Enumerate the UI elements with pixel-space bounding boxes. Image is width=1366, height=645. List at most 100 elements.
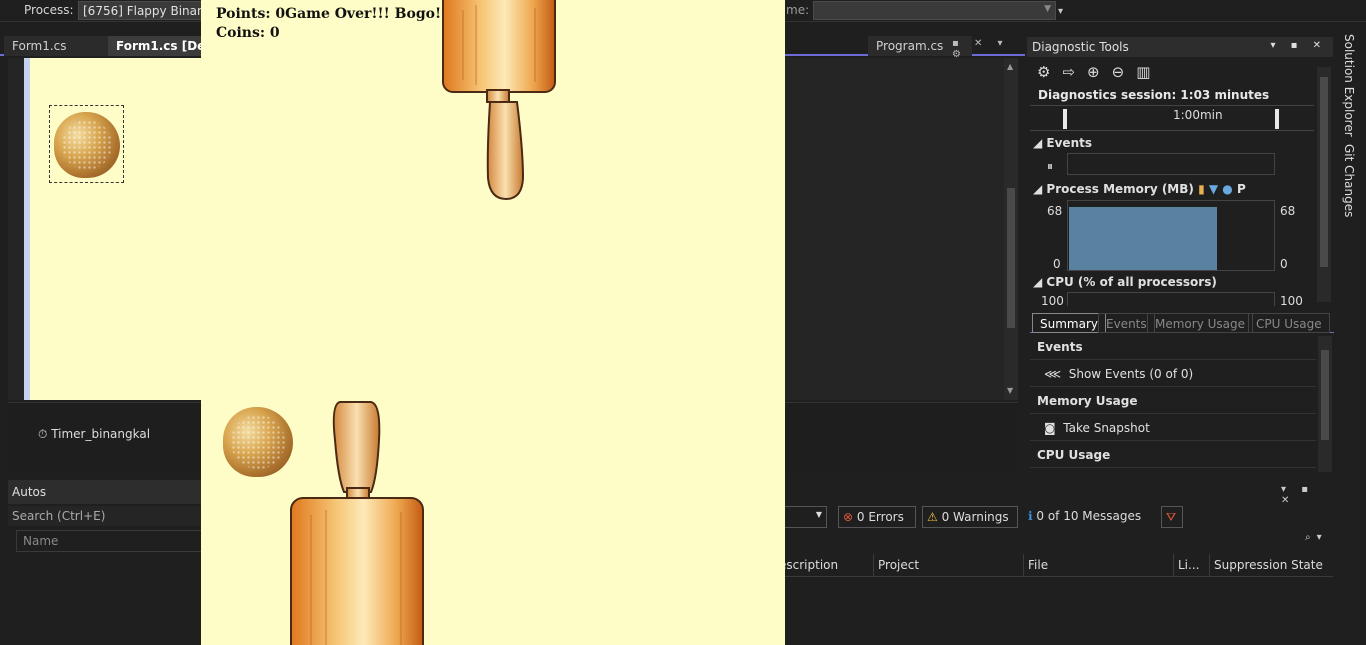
coins-label: Coins: 0	[216, 25, 280, 41]
memory-max-left: 68	[1047, 204, 1063, 218]
take-snapshot-button[interactable]: ◙ Take Snapshot	[1030, 417, 1316, 441]
legend-private-icon: ●	[1222, 182, 1233, 196]
game-canvas	[290, 0, 556, 645]
column-line[interactable]: Li...	[1173, 554, 1209, 576]
header-divider	[785, 576, 1333, 577]
selected-picturebox[interactable]	[49, 105, 124, 183]
tab-summary[interactable]: Summary	[1032, 313, 1106, 333]
game-window[interactable]: Points: 0Game Over!!! Bogo! Coins: 0	[201, 0, 785, 645]
legend-gc-icon: ▮	[1198, 182, 1205, 196]
solution-explorer-tab[interactable]: Solution Explorer	[1342, 34, 1356, 137]
points-label: Points: 0Game Over!!! Bogo!	[216, 6, 442, 22]
chart-icon[interactable]: ▥	[1136, 63, 1162, 81]
memory-graph-fill	[1069, 207, 1217, 270]
pane-options-icon[interactable]: ▾ ▪ ✕	[1270, 40, 1327, 51]
tab-form1-designer[interactable]: Form1.cs [Design]	[108, 36, 204, 56]
warning-icon: ⚠	[927, 510, 938, 524]
memory-min-left: 0	[1053, 257, 1061, 271]
chevron-down-icon: ▼	[1044, 4, 1051, 14]
diagnostic-tools-title: Diagnostic Tools ▾ ▪ ✕	[1027, 37, 1333, 57]
errors-filter-button[interactable]: ⊗ 0 Errors	[838, 506, 916, 528]
warnings-count: 0 Warnings	[941, 510, 1009, 524]
timeline-end-handle[interactable]	[1275, 109, 1279, 129]
timer-component[interactable]: ⏱ Timer_binangkal	[38, 427, 150, 442]
git-changes-tab[interactable]: Git Changes	[1342, 144, 1356, 217]
memory-section-label: Process Memory (MB)	[1046, 182, 1194, 196]
scroll-down-icon[interactable]: ▼	[1007, 386, 1013, 395]
right-tool-rail: Solution Explorer Git Changes	[1334, 34, 1366, 645]
events-section-header[interactable]: ◢ Events	[1033, 136, 1092, 150]
summary-scrollbar[interactable]	[1318, 336, 1332, 472]
diagnostics-tabs: Summary Events Memory Usage CPU Usage	[1030, 311, 1336, 333]
events-track	[1067, 153, 1275, 175]
stack-frame-label: me:	[786, 3, 810, 17]
cpu-max-right: 100	[1280, 294, 1303, 308]
timeline-mark: 1:00min	[1173, 108, 1223, 122]
legend-snapshot-icon: ▼	[1208, 182, 1219, 196]
autos-title: Autos	[8, 480, 204, 504]
zoom-out-icon[interactable]: ⊖	[1112, 63, 1137, 81]
camera-icon: ◙	[1044, 421, 1056, 435]
process-label: Process:	[24, 3, 74, 17]
diagnostic-toolbar: ⚙⇨⊕⊖▥	[1037, 63, 1162, 81]
tab-memory-usage[interactable]: Memory Usage	[1147, 313, 1254, 333]
stack-frame-dropdown[interactable]: ▼	[813, 1, 1056, 20]
messages-count: 0 of 10 Messages	[1036, 509, 1142, 523]
gear-icon[interactable]: ⚙	[1037, 63, 1062, 81]
error-icon: ⊗	[843, 510, 854, 524]
diagnostics-scrollbar[interactable]	[1317, 67, 1331, 302]
top-rolling-pin-obstacle	[442, 0, 556, 201]
summary-list: Events ⋘ Show Events (0 of 0) Memory Usa…	[1030, 336, 1316, 472]
column-file[interactable]: File	[1023, 554, 1173, 576]
toolbar-overflow-icon[interactable]: ▾	[1058, 6, 1063, 17]
legend-private-label: P	[1236, 182, 1246, 196]
show-events-label: Show Events (0 of 0)	[1068, 367, 1194, 381]
search-icon[interactable]: ⌕▾	[1305, 532, 1328, 543]
bottom-rolling-pin-obstacle	[290, 401, 424, 645]
take-snapshot-label: Take Snapshot	[1063, 421, 1150, 435]
column-project[interactable]: Project	[873, 554, 1023, 576]
cpu-section-label: CPU (% of all processors)	[1046, 275, 1217, 289]
tab-cpu-usage[interactable]: CPU Usage	[1248, 313, 1330, 333]
pause-icon[interactable]: ⏸	[1047, 159, 1053, 174]
export-icon[interactable]: ⇨	[1062, 63, 1087, 81]
column-description[interactable]: escription	[775, 554, 865, 576]
summary-events-header: Events	[1030, 336, 1316, 360]
scroll-thumb[interactable]	[1321, 350, 1329, 440]
autos-window: Autos Search (Ctrl+E) Name	[8, 480, 204, 645]
summary-cpu-header: CPU Usage	[1030, 444, 1316, 468]
process-dropdown[interactable]: [6756] Flappy Binangkal	[78, 1, 208, 20]
timeline-ruler[interactable]: 1:00min	[1030, 105, 1314, 131]
timeline-start-handle[interactable]	[1063, 109, 1067, 129]
info-icon: ℹ	[1028, 509, 1033, 523]
warnings-filter-button[interactable]: ⚠ 0 Warnings	[922, 506, 1018, 528]
timer-label: Timer_binangkal	[51, 427, 151, 441]
errors-count: 0 Errors	[856, 510, 904, 524]
binangkal-bird-image	[54, 112, 120, 178]
zoom-in-icon[interactable]: ⊕	[1087, 63, 1112, 81]
scroll-thumb[interactable]	[1320, 77, 1328, 267]
memory-max-right: 68	[1280, 204, 1296, 218]
filter-icon[interactable]: ⛛	[1161, 506, 1183, 528]
events-icon: ⋘	[1044, 367, 1062, 381]
pane-options-icon[interactable]: ▾ ▪ ✕	[1281, 484, 1333, 506]
binangkal-player	[223, 407, 293, 477]
error-list-window: ▾ ▪ ✕ ▼ ⊗ 0 Errors ⚠ 0 Warnings ℹ 0 of 1…	[775, 480, 1333, 645]
autos-column-name[interactable]: Name	[16, 530, 204, 552]
messages-filter-button[interactable]: ℹ 0 of 10 Messages	[1024, 506, 1150, 528]
autos-search-input[interactable]: Search (Ctrl+E)	[8, 506, 204, 526]
diagnostic-tools-title-text: Diagnostic Tools	[1032, 40, 1129, 54]
memory-section-header[interactable]: ◢ Process Memory (MB) ▮ ▼ ● P	[1033, 182, 1246, 196]
column-suppression-state[interactable]: Suppression State	[1209, 554, 1333, 576]
memory-min-right: 0	[1280, 257, 1288, 271]
events-section-label: Events	[1046, 136, 1092, 150]
session-duration: Diagnostics session: 1:03 minutes	[1038, 88, 1270, 102]
designer-vertical-scrollbar[interactable]: ▲ ▼	[1004, 58, 1018, 400]
cpu-graph[interactable]	[1067, 292, 1275, 306]
tab-pin-icon[interactable]: ▪ ✕ ▾ ⚙	[952, 38, 1025, 60]
scroll-thumb[interactable]	[1007, 188, 1015, 328]
scroll-up-icon[interactable]: ▲	[1007, 62, 1013, 71]
cpu-section-header[interactable]: ◢ CPU (% of all processors)	[1033, 275, 1217, 289]
tab-form1-cs[interactable]: Form1.cs	[4, 36, 108, 56]
show-events-link[interactable]: ⋘ Show Events (0 of 0)	[1030, 363, 1316, 387]
